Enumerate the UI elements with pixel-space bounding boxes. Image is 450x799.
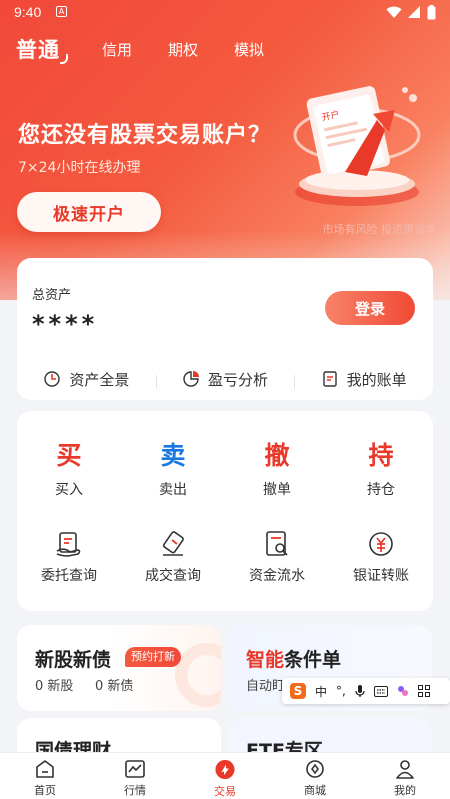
hero-subtitle: 7×24小时在线办理 [18,160,141,176]
nav-market-label: 行情 [124,784,146,797]
home-icon [36,760,54,778]
entrust-query-label: 委托查询 [41,568,97,584]
signal-icon [408,6,420,18]
fund-flow-label: 资金流水 [249,568,305,584]
ime-punct-toggle[interactable]: °, [336,684,346,698]
fund-flow-button[interactable]: 资金流水 [225,527,329,585]
deal-query-button[interactable]: 成交查询 [121,527,225,585]
pie-chart-icon [183,371,199,387]
my-bill-link[interactable]: 我的账单 [294,369,433,390]
buy-label: 买入 [55,482,83,498]
status-icons [386,5,436,20]
bank-transfer-icon [369,532,393,556]
reserve-ipo-badge: 预约打新 [125,647,181,667]
mall-icon [306,760,324,778]
bill-icon [322,371,337,387]
profile-icon [396,760,414,779]
tab-credit[interactable]: 信用 [102,39,132,60]
condition-order-title-suffix: 条件单 [284,649,342,671]
skin-icon[interactable] [397,685,409,697]
sell-button[interactable]: 卖 卖出 [121,437,225,499]
new-stock-count: 0 新股 [35,679,74,694]
asset-overview-icon [44,371,61,387]
deal-query-icon [162,531,184,556]
asset-overview-label: 资产全景 [69,370,130,389]
wifi-icon [386,6,402,18]
nav-trade[interactable]: 交易 [180,753,270,799]
position-char: 持 [368,441,394,470]
asset-overview-link[interactable]: 资产全景 [17,369,156,390]
new-stock-bond-card[interactable]: 新股新债 预约打新 0 新股 0 新债 [17,625,221,711]
notification-badge: A [56,6,67,17]
nav-home[interactable]: 首页 [0,753,90,799]
cancel-label: 撤单 [263,482,291,498]
decorative-ring [175,643,221,707]
total-assets-label: 总资产 [32,288,72,303]
condition-order-title-prefix: 智能 [246,649,285,671]
new-stock-title: 新股新债 [35,649,112,671]
position-button[interactable]: 持 持仓 [329,437,433,499]
apps-grid-icon[interactable] [417,685,430,697]
sell-char: 卖 [160,441,186,470]
trade-icon [215,759,235,780]
condition-order-title: 智能条件单 [246,645,341,672]
status-time: 9:40 [14,4,42,20]
buy-char: 买 [56,441,82,470]
query-ops-row: 委托查询 成交查询 资金流水 银证转账 [17,527,433,585]
nav-trade-label: 交易 [214,785,236,798]
account-type-tabs: 普通 信用 期权 模拟 [16,34,264,64]
total-assets-value: **** [32,310,99,338]
profit-analysis-label: 盈亏分析 [208,370,269,389]
trade-ops-row: 买 买入 卖 卖出 撤 撤单 持 持仓 [17,437,433,499]
asset-links: 资产全景 盈亏分析 我的账单 [17,358,433,400]
bank-transfer-label: 银证转账 [353,568,409,584]
trade-grid-card: 买 买入 卖 卖出 撤 撤单 持 持仓 委托查询 成交查询 资金流水 银证转账 [17,411,433,611]
profit-analysis-link[interactable]: 盈亏分析 [155,369,295,390]
nav-home-label: 首页 [34,784,56,797]
battery-icon [427,5,436,20]
cancel-order-button[interactable]: 撤 撤单 [225,437,329,499]
nav-market[interactable]: 行情 [90,753,180,799]
deal-query-label: 成交查询 [145,568,201,584]
hero-title: 您还没有股票交易账户？ [18,123,272,148]
cancel-char: 撤 [264,441,290,470]
status-bar: 9:40 A [0,0,450,26]
open-account-button[interactable]: 极速开户 [17,192,161,232]
sell-label: 卖出 [159,482,187,498]
bank-transfer-button[interactable]: 银证转账 [329,527,433,585]
entrust-query-icon [56,532,81,557]
my-bill-label: 我的账单 [346,370,407,389]
microphone-icon[interactable] [355,684,365,698]
keyboard-icon[interactable] [373,685,388,697]
account-illustration: 开户 [293,86,421,206]
asset-card: 总资产 **** 登录 资产全景 盈亏分析 我的账单 [17,258,433,400]
login-button[interactable]: 登录 [325,291,415,325]
nav-profile-label: 我的 [394,784,416,797]
nav-mall[interactable]: 商城 [270,753,360,799]
tab-options[interactable]: 期权 [168,39,198,60]
bottom-nav: 首页 行情 交易 商城 我的 [0,752,450,799]
position-label: 持仓 [367,482,395,498]
tab-normal[interactable]: 普通 [16,34,68,64]
ime-toolbar: S 中 °, [282,678,450,704]
market-chart-icon [125,760,145,778]
nav-mall-label: 商城 [304,784,326,797]
nav-profile[interactable]: 我的 [360,753,450,799]
buy-button[interactable]: 买 买入 [17,437,121,499]
risk-note: 市场有风险 投资需谨慎 [322,223,437,236]
new-bond-count: 0 新债 [95,679,134,694]
fund-flow-icon [266,531,288,556]
ime-lang-toggle[interactable]: 中 [315,683,327,700]
tab-simulation[interactable]: 模拟 [234,39,264,60]
ime-logo-icon[interactable]: S [290,683,306,699]
entrust-query-button[interactable]: 委托查询 [17,527,121,585]
